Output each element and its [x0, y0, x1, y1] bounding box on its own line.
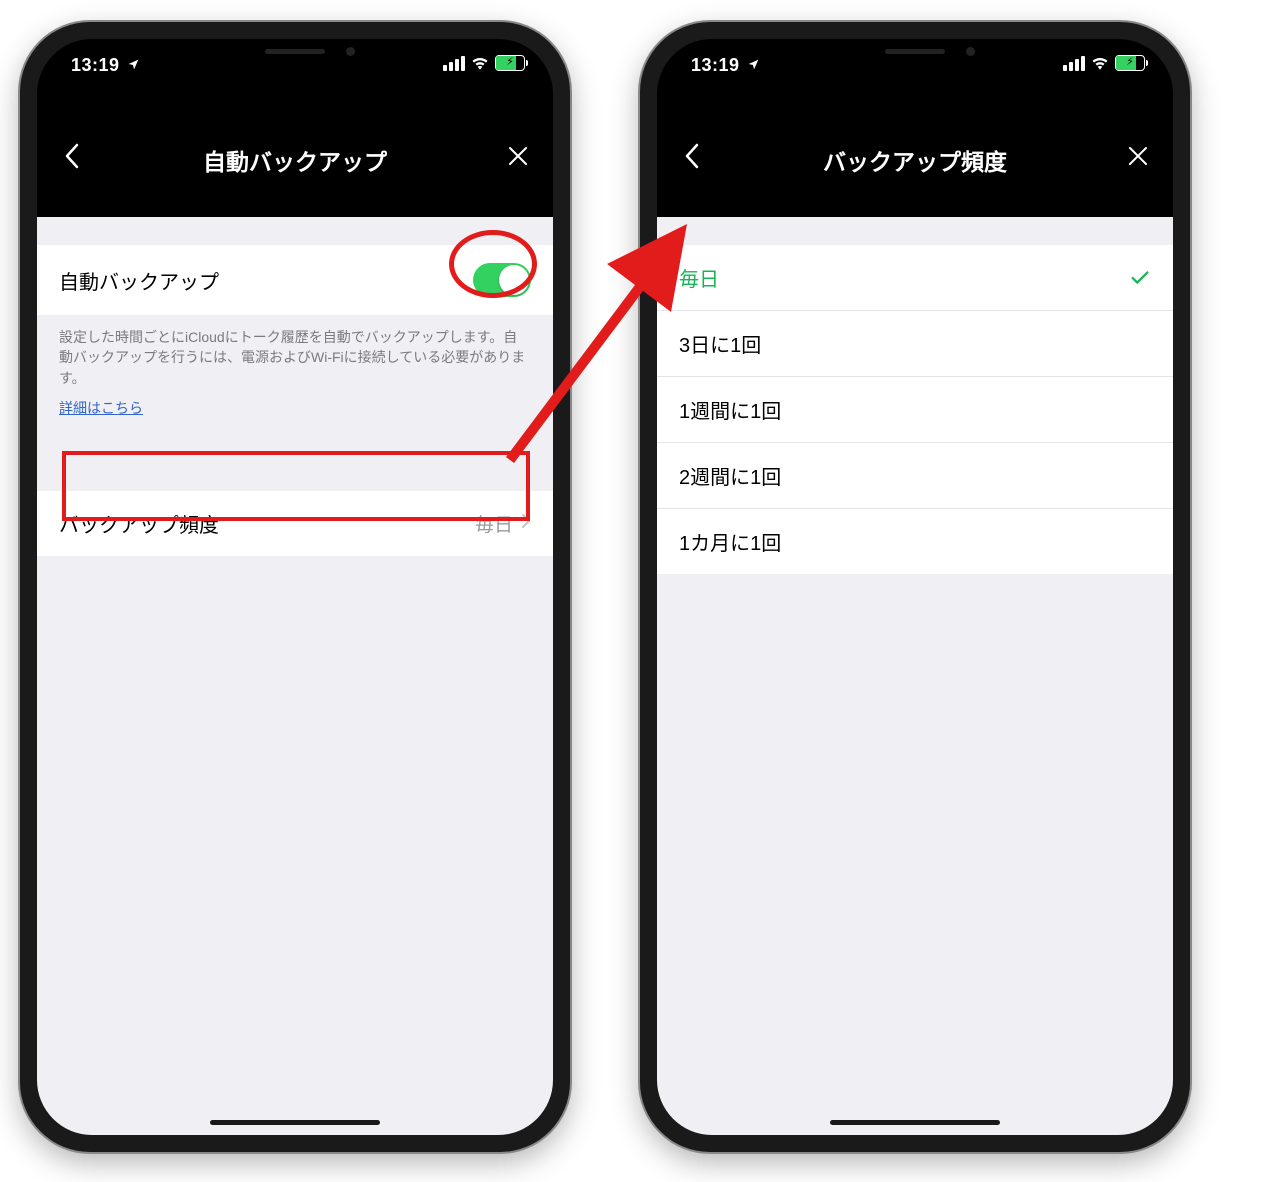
app-header: 自動バックアップ — [37, 113, 553, 199]
annotation-box — [62, 451, 530, 521]
option-label: 1週間に1回 — [679, 395, 781, 424]
option-label: 1カ月に1回 — [679, 527, 781, 556]
home-indicator[interactable] — [830, 1120, 1000, 1125]
clock-text: 13:19 — [71, 55, 120, 75]
app-header: バックアップ頻度 — [657, 113, 1173, 199]
option-3days[interactable]: 3日に1回 — [657, 311, 1173, 377]
wifi-icon — [1091, 56, 1109, 70]
option-daily[interactable]: 毎日 — [657, 245, 1173, 311]
home-indicator[interactable] — [210, 1120, 380, 1125]
option-1month[interactable]: 1カ月に1回 — [657, 509, 1173, 574]
option-label: 毎日 — [679, 263, 719, 292]
notch — [185, 39, 405, 69]
page-title: バックアップ頻度 — [823, 143, 1007, 177]
auto-backup-label: 自動バックアップ — [59, 266, 219, 295]
status-indicators: ⚡︎ — [443, 55, 525, 71]
option-label: 2週間に1回 — [679, 461, 781, 490]
phone-right: 13:19 ⚡︎ バックアップ頻度 — [640, 22, 1190, 1152]
status-time: 13:19 — [691, 55, 760, 76]
details-link[interactable]: 詳細はこちら — [37, 396, 553, 436]
description-text: 設定した時間ごとにiCloudにトーク履歴を自動でバックアップします。自動バック… — [37, 315, 553, 396]
status-time: 13:19 — [71, 55, 140, 76]
back-button[interactable] — [57, 141, 87, 171]
battery-icon: ⚡︎ — [495, 55, 525, 71]
option-1week[interactable]: 1週間に1回 — [657, 377, 1173, 443]
phone-left: 13:19 ⚡︎ 自動バックアップ — [20, 22, 570, 1152]
annotation-circle — [449, 230, 537, 298]
close-button[interactable] — [1123, 141, 1153, 171]
check-icon — [1129, 267, 1151, 289]
cellular-icon — [443, 56, 465, 71]
wifi-icon — [471, 56, 489, 70]
location-icon — [747, 58, 760, 75]
back-button[interactable] — [677, 141, 707, 171]
clock-text: 13:19 — [691, 55, 740, 75]
content-area: 毎日 3日に1回 1週間に1回 2週間に1回 1カ月に1回 — [657, 217, 1173, 1135]
location-icon — [127, 58, 140, 75]
screen: 13:19 ⚡︎ 自動バックアップ — [37, 39, 553, 1135]
close-button[interactable] — [503, 141, 533, 171]
battery-icon: ⚡︎ — [1115, 55, 1145, 71]
screen: 13:19 ⚡︎ バックアップ頻度 — [657, 39, 1173, 1135]
cellular-icon — [1063, 56, 1085, 71]
notch — [805, 39, 1025, 69]
page-title: 自動バックアップ — [203, 143, 387, 177]
status-indicators: ⚡︎ — [1063, 55, 1145, 71]
option-label: 3日に1回 — [679, 329, 761, 358]
content-area: 自動バックアップ 設定した時間ごとにiCloudにトーク履歴を自動でバックアップ… — [37, 217, 553, 1135]
option-2weeks[interactable]: 2週間に1回 — [657, 443, 1173, 509]
